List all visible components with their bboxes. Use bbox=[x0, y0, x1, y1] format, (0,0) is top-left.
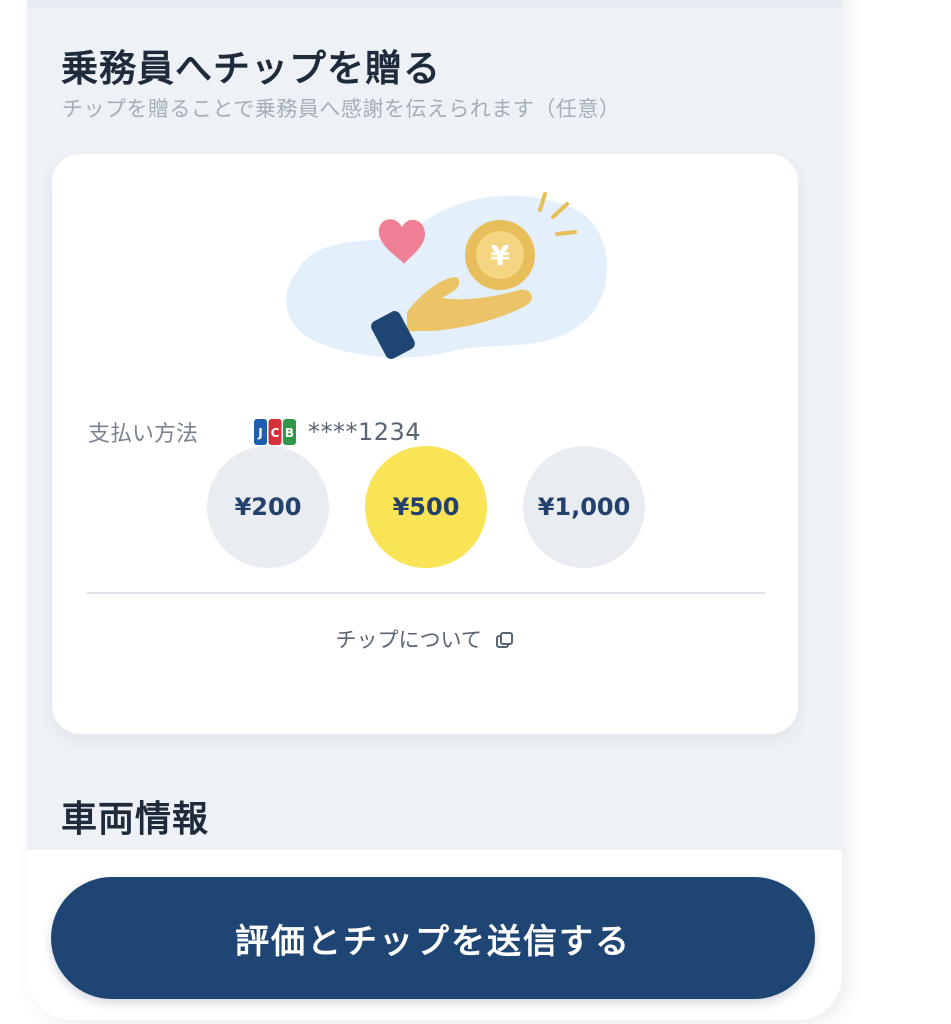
card-divider bbox=[87, 592, 765, 594]
vehicle-info-title: 車両情報 bbox=[61, 799, 210, 840]
payment-method-label: 支払い方法 bbox=[88, 422, 199, 447]
tip-amount-options: ¥200 ¥500 ¥1,000 bbox=[207, 446, 645, 568]
tip-amount-500-button[interactable]: ¥500 bbox=[365, 446, 487, 568]
svg-text:¥: ¥ bbox=[490, 239, 510, 272]
jcb-card-icon: J C B bbox=[254, 419, 296, 445]
external-link-icon bbox=[495, 632, 513, 648]
tip-card: ¥ 支払い方法 J C B ****1234 ¥200 ¥500 ¥1,000 bbox=[52, 154, 798, 734]
about-tips-label: チップについて bbox=[335, 628, 482, 652]
bottom-action-bar: 評価とチップを送信する bbox=[27, 850, 842, 1020]
previous-section-edge bbox=[27, 0, 842, 8]
tip-section-subtitle: チップを贈ることで乗務員へ感謝を伝えられます（任意） bbox=[62, 97, 621, 121]
tip-amount-1000-button[interactable]: ¥1,000 bbox=[523, 446, 645, 568]
svg-text:B: B bbox=[285, 426, 294, 440]
phone-screen: 乗務員へチップを贈る チップを贈ることで乗務員へ感謝を伝えられます（任意） ¥ … bbox=[27, 0, 842, 1020]
tip-amount-200-button[interactable]: ¥200 bbox=[207, 446, 329, 568]
tip-section-title: 乗務員へチップを贈る bbox=[61, 47, 441, 90]
about-tips-link[interactable]: チップについて bbox=[52, 624, 798, 654]
svg-text:C: C bbox=[271, 426, 280, 440]
submit-rating-tip-button[interactable]: 評価とチップを送信する bbox=[51, 877, 815, 999]
tip-illustration: ¥ bbox=[286, 192, 607, 359]
card-number: ****1234 bbox=[308, 418, 422, 446]
svg-text:J: J bbox=[257, 426, 262, 440]
